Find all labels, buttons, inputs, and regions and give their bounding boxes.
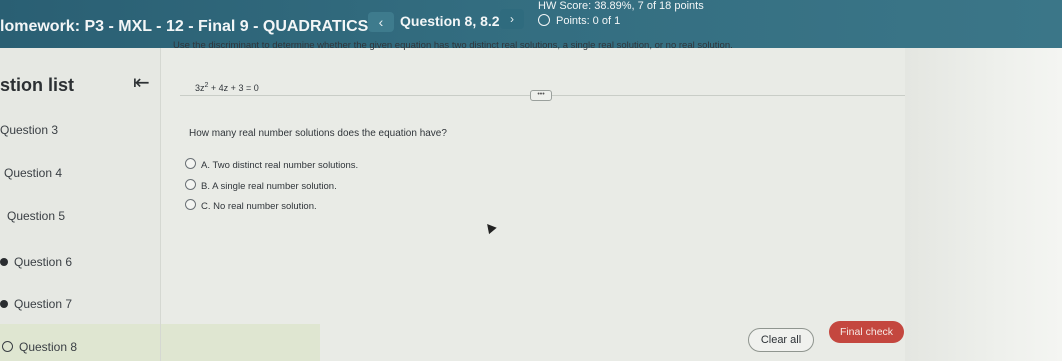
sidebar-item-label: Question 7 xyxy=(14,297,73,311)
radio-button[interactable] xyxy=(185,199,196,210)
sidebar-item-label: Question 6 xyxy=(14,255,73,269)
expand-more-button[interactable]: ••• xyxy=(530,90,552,101)
choice-a[interactable]: A. Two distinct real number solutions. xyxy=(185,158,358,171)
sidebar-item-question-8[interactable]: Question 8 xyxy=(2,340,77,354)
clear-all-button[interactable]: Clear all xyxy=(748,328,814,352)
status-ring-icon xyxy=(2,341,13,352)
choice-label: C. No real number solution. xyxy=(201,201,317,212)
sidebar-item-question-4[interactable]: Question 4 xyxy=(4,166,62,180)
choice-label: B. A single real number solution. xyxy=(201,181,337,192)
choice-c[interactable]: C. No real number solution. xyxy=(185,199,317,212)
sidebar-item-question-5[interactable]: Question 5 xyxy=(7,209,65,223)
previous-question-button[interactable]: ‹ xyxy=(368,12,394,32)
radio-button[interactable] xyxy=(185,158,196,169)
sidebar-item-label: Question 8 xyxy=(19,340,78,354)
sidebar-item-label: Question 3 xyxy=(0,123,59,137)
sidebar-item-label: Question 5 xyxy=(7,209,66,223)
equation-part: + 4z + 3 = 0 xyxy=(208,83,259,93)
sidebar-item-question-3[interactable]: Question 3 xyxy=(0,123,58,137)
points-label: Points: 0 of 1 xyxy=(556,15,621,27)
partial-dot-icon xyxy=(0,300,8,308)
choice-b[interactable]: B. A single real number solution. xyxy=(185,179,337,192)
points-status: Points: 0 of 1 xyxy=(538,14,620,27)
complete-dot-icon xyxy=(0,258,8,266)
sidebar-item-question-6[interactable]: Question 6 xyxy=(0,255,72,269)
question-instructions: Use the discriminant to determine whethe… xyxy=(173,40,733,51)
next-question-button[interactable]: › xyxy=(500,9,524,29)
equation-part: 3z xyxy=(195,83,205,93)
choice-label: A. Two distinct real number solutions. xyxy=(201,160,359,171)
right-panel xyxy=(905,48,1062,361)
final-check-button[interactable]: Final check xyxy=(829,321,904,343)
equation: 3z2 + 4z + 3 = 0 xyxy=(195,82,259,93)
points-circle-icon xyxy=(538,14,550,26)
sidebar-divider xyxy=(160,48,161,361)
sidebar-item-label: Question 4 xyxy=(4,166,63,180)
question-list-title: stion list xyxy=(0,75,75,95)
question-prompt: How many real number solutions does the … xyxy=(189,128,447,139)
sidebar-item-question-7[interactable]: Question 7 xyxy=(0,297,72,311)
hw-score: HW Score: 38.89%, 7 of 18 points xyxy=(538,0,704,12)
homework-title: lomework: P3 - MXL - 12 - Final 9 - QUAD… xyxy=(0,18,369,35)
radio-button[interactable] xyxy=(185,179,196,190)
collapse-left-icon[interactable]: ⇤ xyxy=(133,70,150,95)
mouse-cursor-icon xyxy=(483,220,497,235)
